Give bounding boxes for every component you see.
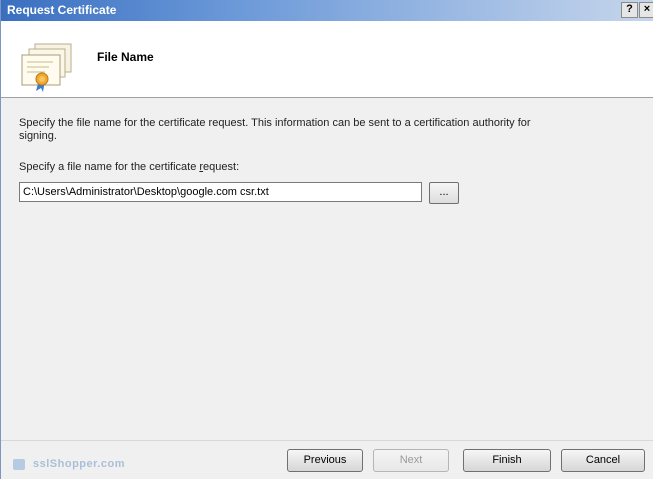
close-button[interactable]: × [639,2,653,18]
cancel-button[interactable]: Cancel [561,449,645,472]
next-button[interactable]: Next [373,449,449,472]
help-button[interactable]: ? [621,2,638,18]
wizard-header: File Name [1,21,653,98]
filename-label-pre: Specify a file name for the certificate [19,161,200,173]
filename-label: Specify a file name for the certificate … [19,161,239,173]
request-certificate-dialog: Request Certificate ? × File Name Specif… [0,0,653,479]
watermark-icon [13,458,25,470]
description-text: Specify the file name for the certificat… [19,117,531,142]
page-title: File Name [97,50,154,64]
previous-button[interactable]: Previous [287,449,363,472]
filename-input[interactable] [19,182,422,202]
titlebar[interactable]: Request Certificate ? × [1,0,653,21]
window-title: Request Certificate [7,3,117,17]
filename-label-post: equest: [203,161,240,173]
finish-button[interactable]: Finish [463,449,551,472]
watermark: sslShopper.com [13,458,125,470]
certificate-icon [21,43,72,92]
browse-button[interactable]: ... [429,182,459,204]
watermark-text: sslShopper.com [33,458,125,470]
